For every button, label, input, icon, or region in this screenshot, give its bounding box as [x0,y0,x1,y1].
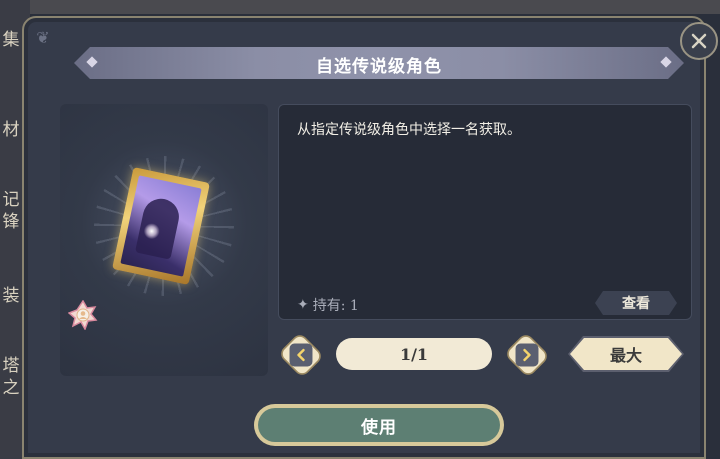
side-tab-label: 记 [2,190,20,210]
rarity-badge-icon [68,300,98,330]
max-button[interactable]: 最大 [570,338,682,370]
select-character-dialog: ❦ 自选传说级角色 从指定传说级角色中选择一名获取。 ✦ 持有: 1 查看 1/… [22,16,706,459]
close-icon [691,33,707,49]
sparkle-icon: ✦ [297,297,309,313]
side-tab-label: 锋 [2,212,20,232]
owned-count-row: ✦ 持有: 1 [297,295,359,315]
close-button[interactable] [680,22,718,60]
description-panel: 从指定传说级角色中选择一名获取。 ✦ 持有: 1 查看 [278,104,692,320]
item-description: 从指定传说级角色中选择一名获取。 [297,122,521,138]
corner-ornament-icon: ❦ [36,28,50,47]
side-tab-label: 材 [2,120,20,140]
dialog-title: 自选传说级角色 [316,57,442,77]
top-bar [0,0,720,14]
side-tab-label: 之 [2,378,20,398]
quantity-display: 1/1 [336,338,492,370]
use-button[interactable]: 使用 [258,408,500,442]
chevron-left-icon [297,348,305,362]
increase-button[interactable] [503,331,551,379]
side-tab-label: 塔 [2,356,20,376]
view-button[interactable]: 查看 [595,291,677,315]
item-preview-panel [60,104,268,376]
owned-count: 持有: 1 [312,298,359,314]
chevron-right-icon [523,348,531,362]
side-tab-label: 集 [2,30,20,50]
side-tab-label: 装 [2,286,20,306]
decrease-button[interactable] [277,331,325,379]
title-banner: 自选传说级角色 [74,47,684,79]
